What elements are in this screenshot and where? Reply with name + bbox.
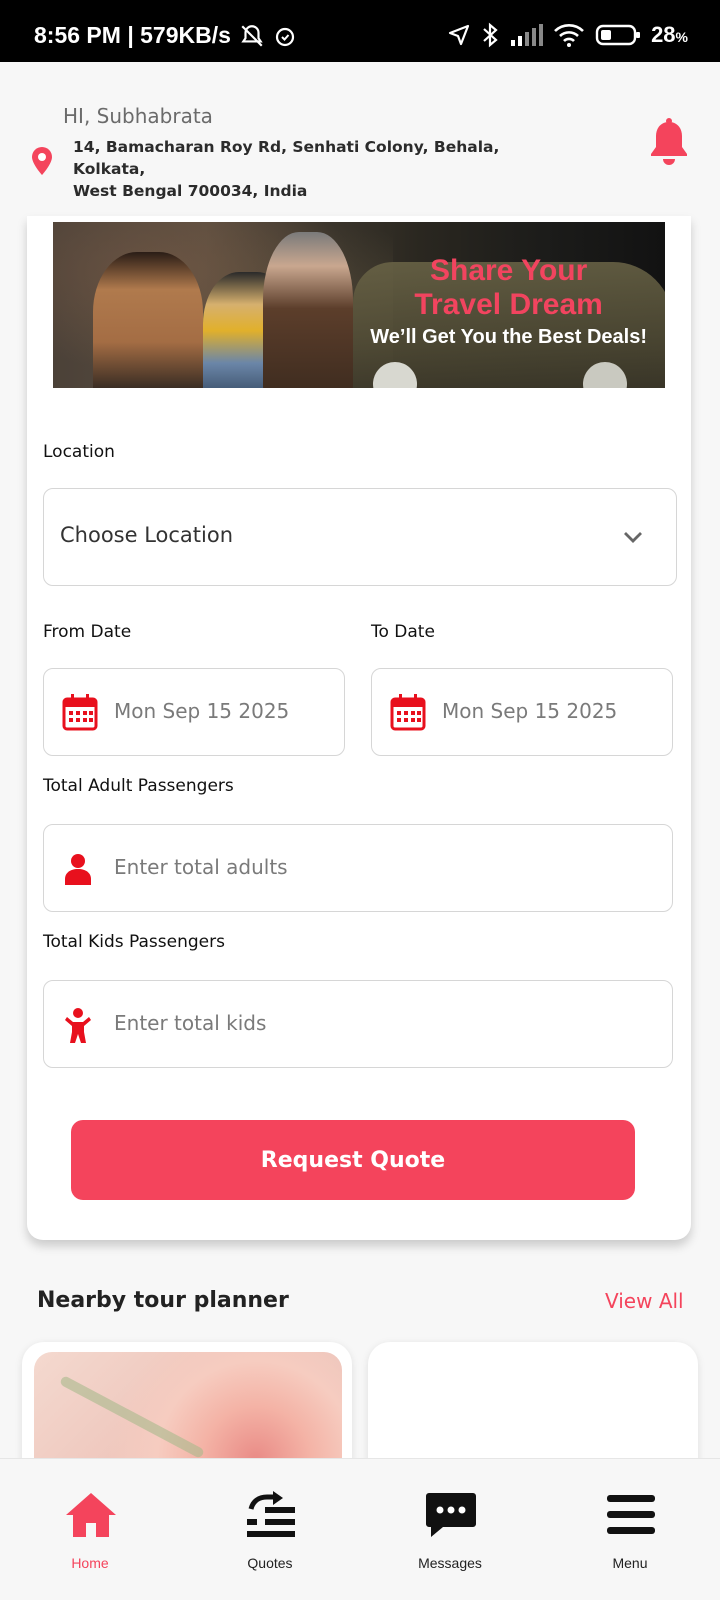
wifi-icon <box>554 24 584 47</box>
nav-home[interactable]: Home <box>0 1459 180 1600</box>
bluetooth-icon <box>483 22 498 48</box>
current-address[interactable]: 14, Bamacharan Roy Rd, Senhati Colony, B… <box>73 136 573 202</box>
location-label: Location <box>43 442 115 462</box>
nav-quotes[interactable]: Quotes <box>180 1459 360 1600</box>
nav-messages[interactable]: Messages <box>360 1459 540 1600</box>
banner-headline-1: Share Your <box>429 254 588 287</box>
banner-headline-2: Travel Dream <box>414 288 603 321</box>
signal-icon <box>511 24 544 46</box>
from-date-field[interactable]: Mon Sep 15 2025 <box>43 668 345 756</box>
child-icon <box>65 1008 91 1043</box>
status-bar: 8:56 PM | 579KB/s 28% <box>0 0 720 62</box>
location-pin-icon <box>32 147 52 175</box>
adult-person-icon <box>65 854 91 885</box>
messages-icon <box>426 1493 476 1537</box>
to-date-value: Mon Sep 15 2025 <box>442 699 618 723</box>
location-placeholder: Choose Location <box>60 523 234 547</box>
status-time-speed: 8:56 PM | 579KB/s <box>34 22 231 48</box>
section-title: Nearby tour planner <box>37 1288 289 1313</box>
to-date-label: To Date <box>371 622 435 642</box>
request-quote-button[interactable]: Request Quote <box>71 1120 635 1200</box>
chevron-down-icon <box>624 532 642 543</box>
app-header: HI, Subhabrata 14, Bamacharan Roy Rd, Se… <box>0 62 720 216</box>
nav-home-label: Home <box>71 1555 109 1571</box>
banner-person <box>93 252 203 388</box>
from-date-label: From Date <box>43 622 132 642</box>
alarm-icon <box>275 27 295 46</box>
quotes-icon <box>247 1491 295 1537</box>
from-date-value: Mon Sep 15 2025 <box>114 699 290 723</box>
notification-bell-icon[interactable] <box>648 118 690 166</box>
location-arrow-icon <box>448 24 470 46</box>
address-line-1: 14, Bamacharan Roy Rd, Senhati Colony, B… <box>73 138 500 178</box>
nav-menu[interactable]: Menu <box>540 1459 720 1600</box>
banner-person <box>263 232 353 388</box>
battery-icon <box>595 24 641 46</box>
status-right: 28% <box>447 22 688 48</box>
kids-input[interactable]: Enter total kids <box>43 980 673 1068</box>
kids-placeholder: Enter total kids <box>114 1011 267 1035</box>
status-left: 8:56 PM | 579KB/s <box>34 22 297 49</box>
view-all-link[interactable]: View All <box>605 1289 684 1313</box>
location-select[interactable]: Choose Location <box>43 488 677 586</box>
kids-label: Total Kids Passengers <box>43 932 225 952</box>
bottom-navigation: Home Quotes Messages Menu <box>0 1458 720 1600</box>
mute-bell-icon <box>241 24 263 47</box>
adults-placeholder: Enter total adults <box>114 855 288 879</box>
banner-text: Share Your Travel Dream We’ll Get You th… <box>370 254 647 349</box>
address-line-2: West Bengal 700034, India <box>73 182 308 200</box>
nav-quotes-label: Quotes <box>247 1555 293 1571</box>
quote-form-card: Share Your Travel Dream We’ll Get You th… <box>27 216 691 1240</box>
to-date-field[interactable]: Mon Sep 15 2025 <box>371 668 673 756</box>
menu-icon <box>607 1495 655 1534</box>
nav-menu-label: Menu <box>612 1555 648 1571</box>
banner-tagline: We’ll Get You the Best Deals! <box>370 326 647 348</box>
greeting-text: HI, Subhabrata <box>63 104 213 128</box>
adults-input[interactable]: Enter total adults <box>43 824 673 912</box>
calendar-icon <box>62 694 98 731</box>
home-icon <box>66 1493 116 1537</box>
promo-banner: Share Your Travel Dream We’ll Get You th… <box>53 222 665 388</box>
battery-percent: 28% <box>651 22 688 47</box>
nav-messages-label: Messages <box>418 1555 482 1571</box>
adults-label: Total Adult Passengers <box>43 776 234 796</box>
calendar-icon <box>390 694 426 731</box>
